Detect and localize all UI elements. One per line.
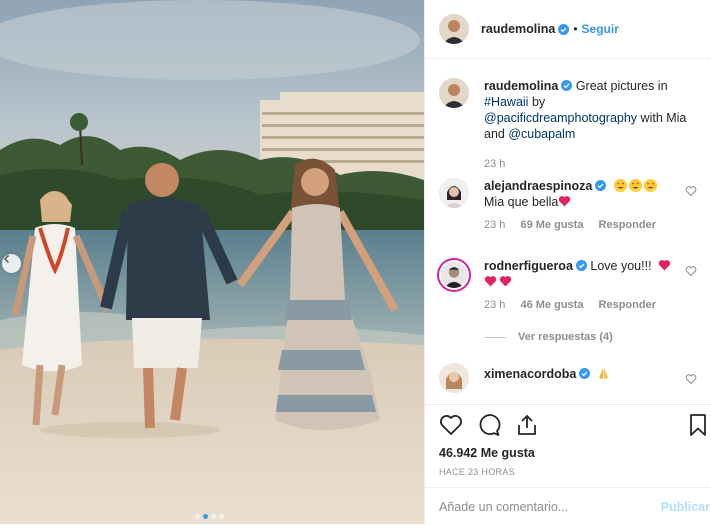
carousel-dot: [195, 514, 200, 519]
comment-username[interactable]: alejandraespinoza: [484, 179, 592, 193]
caption-meta: 23 h: [484, 158, 701, 170]
heart-eyes-emoji-icon: [643, 179, 657, 192]
carousel-dot-active: [203, 514, 208, 519]
likes-count[interactable]: 46.942 Me gusta: [439, 446, 535, 460]
comment-body: Love you!!!: [590, 259, 652, 273]
like-comment-heart-icon[interactable]: [685, 185, 697, 197]
instagram-post: raudemolina • Seguir raudemolina Great p…: [0, 0, 711, 524]
post-timestamp[interactable]: HACE 23 HORAS: [439, 467, 515, 477]
praying-hands-emoji-icon: [598, 368, 608, 379]
author-username[interactable]: raudemolina: [481, 22, 555, 36]
verified-badge-icon: [561, 80, 573, 91]
commenter-avatar[interactable]: [439, 363, 469, 393]
view-replies-label: Ver respuestas (4): [518, 331, 613, 343]
caption-username[interactable]: raudemolina: [484, 79, 558, 93]
red-heart-emoji-icon: [499, 276, 512, 287]
share-upload-icon[interactable]: [515, 413, 539, 437]
comment-meta: 23 h 69 Me gusta Responder: [484, 219, 684, 231]
comment-text: alejandraespinoza Mia que bella: [484, 178, 684, 210]
caption-time[interactable]: 23 h: [484, 158, 505, 170]
reply-button[interactable]: Responder: [599, 299, 656, 311]
heart-eyes-emoji-icon: [613, 179, 627, 192]
beach-photo-illustration: [0, 0, 424, 524]
avatar-image: [439, 78, 469, 108]
verified-badge-icon: [595, 180, 607, 191]
red-heart-emoji-icon: [658, 260, 671, 271]
action-icons: [439, 413, 539, 437]
caption-text-part: Great pictures in: [575, 79, 668, 93]
like-comment-heart-icon[interactable]: [685, 373, 697, 385]
publish-button[interactable]: Publicar: [661, 500, 710, 514]
post-side-panel: raudemolina • Seguir raudemolina Great p…: [424, 0, 711, 524]
verified-badge-icon: [558, 23, 570, 35]
comment-input[interactable]: [439, 499, 659, 514]
view-replies-button[interactable]: Ver respuestas (4): [484, 331, 613, 343]
comment: ximenacordoba: [439, 363, 701, 393]
comments-list: raudemolina Great pictures in #Hawaii by…: [425, 60, 711, 404]
hashtag-link[interactable]: #Hawaii: [484, 95, 528, 109]
add-comment-bar: Publicar: [425, 487, 711, 525]
separator-dot: •: [573, 22, 578, 36]
caption-avatar[interactable]: [439, 78, 469, 108]
verified-badge-icon: [575, 260, 587, 271]
replies-divider: [484, 336, 506, 338]
mention-link[interactable]: @cubapalm: [508, 127, 575, 141]
reply-button[interactable]: Responder: [599, 219, 656, 231]
heart-eyes-emoji-icon: [628, 179, 642, 192]
comment-body: Mia que bella: [484, 195, 559, 209]
caption-text: raudemolina Great pictures in #Hawaii by…: [484, 78, 701, 142]
follow-button[interactable]: Seguir: [582, 22, 619, 36]
carousel-dot: [219, 514, 224, 519]
comment-likes[interactable]: 46 Me gusta: [520, 299, 583, 311]
verified-badge-icon: [579, 368, 591, 379]
bookmark-icon[interactable]: [688, 413, 708, 437]
comment-time[interactable]: 23 h: [484, 219, 505, 231]
comment: alejandraespinoza Mia que bella 23 h 69 …: [439, 178, 701, 231]
commenter-avatar[interactable]: [439, 178, 469, 208]
comment-likes[interactable]: 69 Me gusta: [520, 219, 583, 231]
comment-text: rodnerfigueroa Love you!!!: [484, 258, 684, 290]
mention-link[interactable]: @pacificdreamphotography: [484, 111, 637, 125]
comment-text: ximenacordoba: [484, 363, 610, 393]
commenter-avatar-story-ring[interactable]: [437, 258, 471, 292]
post-header: raudemolina • Seguir: [425, 0, 711, 59]
author-avatar[interactable]: [439, 14, 469, 44]
comment-time[interactable]: 23 h: [484, 299, 505, 311]
red-heart-emoji-icon: [559, 196, 571, 207]
chevron-left-icon: [3, 254, 10, 264]
avatar-image: [439, 363, 469, 393]
post-actions: 46.942 Me gusta HACE 23 HORAS Publicar: [425, 404, 711, 524]
red-heart-emoji-icon: [484, 276, 497, 287]
comment: rodnerfigueroa Love you!!! 23 h 46 Me gu…: [437, 258, 701, 311]
carousel-dots: [195, 514, 224, 519]
like-comment-heart-icon[interactable]: [685, 265, 697, 277]
like-heart-icon[interactable]: [439, 413, 463, 437]
previous-photo-button[interactable]: [2, 254, 21, 273]
caption: raudemolina Great pictures in #Hawaii by…: [439, 78, 701, 170]
avatar-image: [439, 178, 469, 208]
comment-username[interactable]: ximenacordoba: [484, 367, 576, 381]
post-photo[interactable]: [0, 0, 424, 524]
avatar-image: [441, 262, 467, 288]
caption-text-part: by: [528, 95, 546, 109]
comment-meta: 23 h 46 Me gusta Responder: [484, 299, 684, 311]
comment-bubble-icon[interactable]: [477, 413, 501, 437]
carousel-dot: [211, 514, 216, 519]
comment-username[interactable]: rodnerfigueroa: [484, 259, 573, 273]
avatar-image: [439, 14, 469, 44]
